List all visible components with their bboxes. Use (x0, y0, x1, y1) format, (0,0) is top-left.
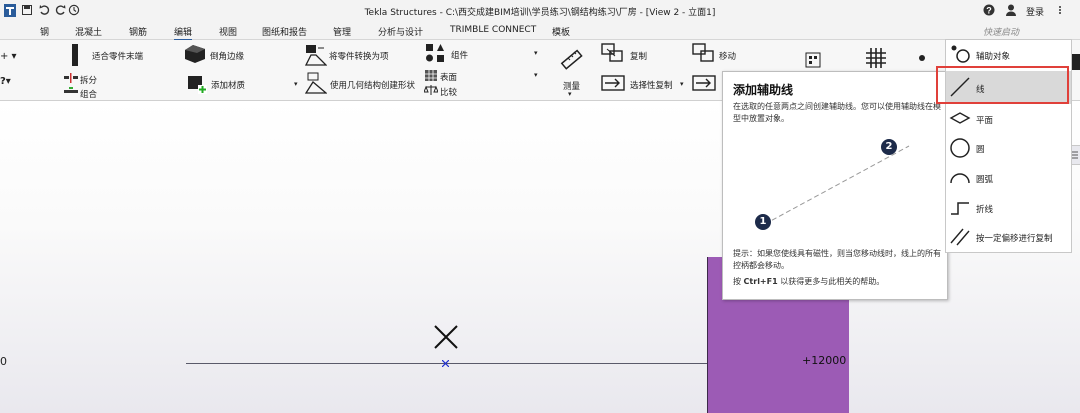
tooltip-help: 按 Ctrl+F1 以获得更多与此相关的帮助。 (733, 276, 945, 287)
menu-item-label: 圆 (976, 145, 985, 155)
copy-icon[interactable] (601, 43, 625, 63)
add-icon[interactable]: + ▾ (0, 51, 17, 62)
add-material-button[interactable]: 添加材质 (211, 79, 245, 91)
menu-item-circle[interactable]: 圆 (946, 133, 1071, 161)
menu-item-helper-object[interactable]: 辅助对象 (946, 40, 1071, 68)
window-title: Tekla Structures - C:\西交成建BIM培训\学员练习\钢结构… (364, 8, 716, 18)
view-origin-cross-icon (433, 324, 459, 350)
circle-icon (949, 137, 971, 158)
menu-item-label: 平面 (976, 116, 994, 126)
chamfer-icon[interactable] (183, 44, 207, 64)
tab-manage[interactable]: 管理 (333, 25, 351, 38)
point-icon[interactable] (919, 55, 925, 61)
compare-icon[interactable] (423, 84, 439, 96)
quick-launch-input[interactable]: 快速启动 (983, 25, 1019, 38)
geometry-shape-button[interactable]: 使用几何结构创建形状 (330, 79, 415, 91)
help-key: Ctrl+F1 (743, 277, 778, 286)
dropdown-arrow-icon[interactable]: ▾ (294, 80, 298, 88)
combine-button[interactable]: 组合 (80, 88, 97, 100)
menu-item-label: 圆弧 (976, 175, 994, 185)
grid-point-icon[interactable] (805, 52, 821, 68)
fit-end-button[interactable]: 适合零件末端 (92, 50, 143, 62)
selective-copy-button[interactable]: 选择性复制 (630, 79, 673, 91)
compare-button[interactable]: 比较 (440, 86, 457, 98)
menu-item-label: 按一定偏移进行复制 (976, 234, 1053, 244)
measure-dropdown-icon[interactable]: ▾ (568, 90, 572, 98)
tab-rebar[interactable]: 钢筋 (129, 25, 147, 38)
point-2-marker: 2 (881, 139, 897, 155)
split-icon[interactable] (64, 73, 78, 83)
coord-right-label: +12000 (802, 354, 847, 367)
geometry-shape-icon[interactable] (304, 72, 328, 94)
chamfer-button[interactable]: 倒角边缘 (210, 50, 244, 62)
tab-templates[interactable]: 模板 (552, 25, 570, 38)
helper-object-icon (949, 44, 971, 64)
tab-steel[interactable]: 钢 (40, 25, 49, 38)
menu-item-offset-copy[interactable]: 按一定偏移进行复制 (946, 222, 1071, 250)
tooltip-description: 在选取的任意两点之间创建辅助线。您可以使用辅助线在模型中放置对象。 (733, 102, 941, 123)
tooltip-title: 添加辅助线 (733, 83, 794, 97)
user-icon[interactable] (1006, 4, 1016, 16)
tab-trimble-connect[interactable]: TRIMBLE CONNECT (450, 25, 536, 35)
help-icon[interactable]: ? (983, 4, 995, 16)
point-marker-icon[interactable] (441, 359, 450, 368)
tab-edit[interactable]: 编辑 (174, 25, 193, 41)
help-prefix: 按 (733, 277, 741, 286)
menu-item-label: 折线 (976, 205, 994, 215)
ribbon-tabs: 钢 混凝土 钢筋 编辑 视图 图纸和报告 管理 分析与设计 TRIMBLE CO… (0, 22, 1080, 41)
menu-item-arc[interactable]: 圆弧 (946, 163, 1071, 191)
tab-concrete[interactable]: 混凝土 (75, 25, 102, 38)
selective-copy-dropdown-icon[interactable]: ▾ (680, 80, 684, 88)
convert-part-button[interactable]: 将零件转换为项 (329, 50, 389, 62)
login-link[interactable]: 登录 (1026, 5, 1044, 18)
convert-part-icon[interactable] (304, 44, 328, 66)
tab-drawings[interactable]: 图纸和报告 (262, 25, 307, 38)
menu-item-label: 辅助对象 (976, 52, 1011, 62)
split-button[interactable]: 拆分 (80, 74, 97, 86)
component-icon[interactable] (425, 43, 445, 63)
menu-dots-icon[interactable] (1055, 5, 1065, 15)
point-1-marker: 1 (755, 214, 771, 230)
measure-icon[interactable] (560, 48, 584, 72)
arc-icon (949, 167, 971, 187)
help-suffix: 以获得更多与此相关的帮助。 (780, 277, 885, 286)
svg-text:?: ? (986, 6, 992, 16)
side-tool-icon[interactable] (1072, 54, 1080, 70)
surface-icon[interactable] (425, 70, 437, 81)
tab-view[interactable]: 视图 (219, 25, 237, 38)
tooltip-tip: 提示：如果您使线具有磁性，则当您移动线时，线上的所有控柄都会移动。 (733, 249, 941, 270)
selection-highlight (936, 66, 1069, 104)
component-button[interactable]: 组件 (451, 49, 468, 61)
surface-dropdown-icon[interactable]: ▾ (534, 71, 538, 79)
coord-left-label: 0 (0, 355, 7, 368)
move-icon[interactable] (692, 43, 716, 63)
grid-icon[interactable] (866, 48, 886, 68)
selective-copy-icon[interactable] (601, 75, 625, 91)
title-bar: Tekla Structures - C:\西交成建BIM培训\学员练习\钢结构… (0, 0, 1080, 22)
plane-icon (949, 108, 971, 128)
tab-analysis[interactable]: 分析与设计 (378, 25, 423, 38)
add-material-icon[interactable] (187, 74, 207, 94)
component-dropdown-icon[interactable]: ▾ (534, 49, 538, 57)
copy-button[interactable]: 复制 (630, 50, 647, 62)
tooltip-panel: 添加辅助线 在选取的任意两点之间创建辅助线。您可以使用辅助线在模型中放置对象。 … (722, 71, 948, 300)
menu-item-plane[interactable]: 平面 (946, 104, 1071, 132)
polyline-icon (949, 197, 971, 217)
offset-copy-icon (949, 226, 971, 246)
surface-button[interactable]: 表面 (440, 71, 457, 83)
move-special-icon[interactable] (692, 75, 716, 91)
combine-icon[interactable] (64, 87, 78, 97)
move-button[interactable]: 移动 (719, 50, 736, 62)
fit-end-icon[interactable] (72, 44, 78, 66)
question-icon[interactable]: ?▾ (0, 76, 11, 87)
menu-item-polyline[interactable]: 折线 (946, 193, 1071, 221)
